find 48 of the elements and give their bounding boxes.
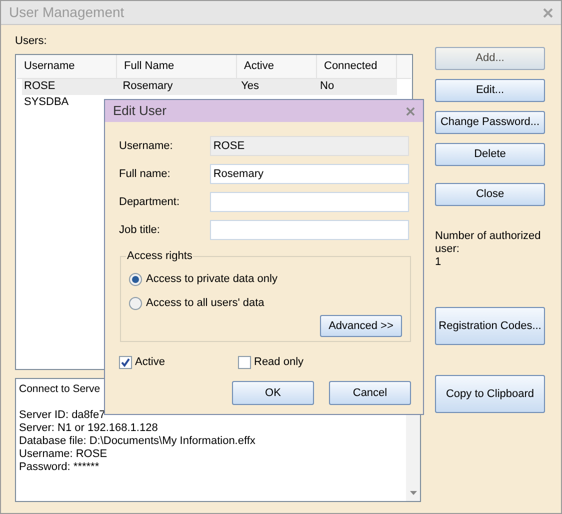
authorized-users-count: 1 xyxy=(435,256,442,269)
info-line: Server ID: da8fe7 xyxy=(19,408,106,422)
dialog-button[interactable]: OK xyxy=(232,381,314,405)
side-button[interactable]: Change Password... xyxy=(435,111,545,134)
radio-option[interactable]: Access to private data only xyxy=(129,267,410,291)
text-field[interactable]: Rosemary xyxy=(210,164,409,184)
text-field[interactable] xyxy=(210,192,409,212)
field-label: Username: xyxy=(119,138,174,154)
field-label: Department: xyxy=(119,194,181,210)
checkbox-option[interactable]: Read only xyxy=(238,354,304,370)
column-header[interactable]: Active xyxy=(237,54,317,78)
advanced-button[interactable]: Advanced >> xyxy=(320,315,402,337)
field-label: Job title: xyxy=(119,222,161,238)
authorized-users-label: Number of authorized user: xyxy=(435,230,542,256)
side-button[interactable]: Registration Codes... xyxy=(435,307,545,345)
scroll-down-icon[interactable] xyxy=(410,490,416,494)
table-cell-text: ROSE xyxy=(23,79,56,94)
column-header[interactable]: Username xyxy=(17,54,117,78)
users-label: Users: xyxy=(15,34,48,49)
radio-icon[interactable] xyxy=(129,296,142,310)
table-cell-text: Rosemary xyxy=(122,79,174,94)
side-button[interactable]: Edit... xyxy=(435,79,545,102)
side-button[interactable]: Copy to Clipboard xyxy=(435,375,545,413)
side-button[interactable]: Close xyxy=(435,183,545,206)
table-cell-text: Yes xyxy=(240,79,260,94)
column-header[interactable]: Connected xyxy=(317,54,397,78)
checkbox-icon[interactable] xyxy=(238,356,251,368)
column-header[interactable]: Full Name xyxy=(117,54,237,78)
window-title: User Management xyxy=(9,3,124,22)
info-line: Database file: D:\Documents\My Information.effx xyxy=(19,434,256,448)
info-line: Username: ROSE xyxy=(19,448,108,460)
radio-icon[interactable] xyxy=(129,272,142,286)
close-icon[interactable] xyxy=(543,8,553,18)
info-line: Password: ****** xyxy=(19,460,100,474)
radio-option[interactable]: Access to all users' data xyxy=(129,291,410,315)
close-icon[interactable] xyxy=(406,106,415,116)
info-line: Server: N1 or 192.168.1.128 xyxy=(19,422,158,434)
text-field[interactable] xyxy=(210,220,409,240)
dialog-title: Edit User xyxy=(113,102,166,120)
field-label: Full name: xyxy=(119,166,172,182)
group-title: Access rights xyxy=(126,249,194,263)
dialog-button[interactable]: Cancel xyxy=(329,381,411,405)
checkbox-option[interactable]: Active xyxy=(119,354,238,370)
side-button[interactable]: Delete xyxy=(435,143,545,166)
checkbox-icon[interactable] xyxy=(119,356,132,368)
table-row[interactable]: ROSE Rosemary Yes No xyxy=(22,78,397,94)
table-cell-text: No xyxy=(319,79,336,94)
info-line: Connect to Serve xyxy=(19,382,100,396)
